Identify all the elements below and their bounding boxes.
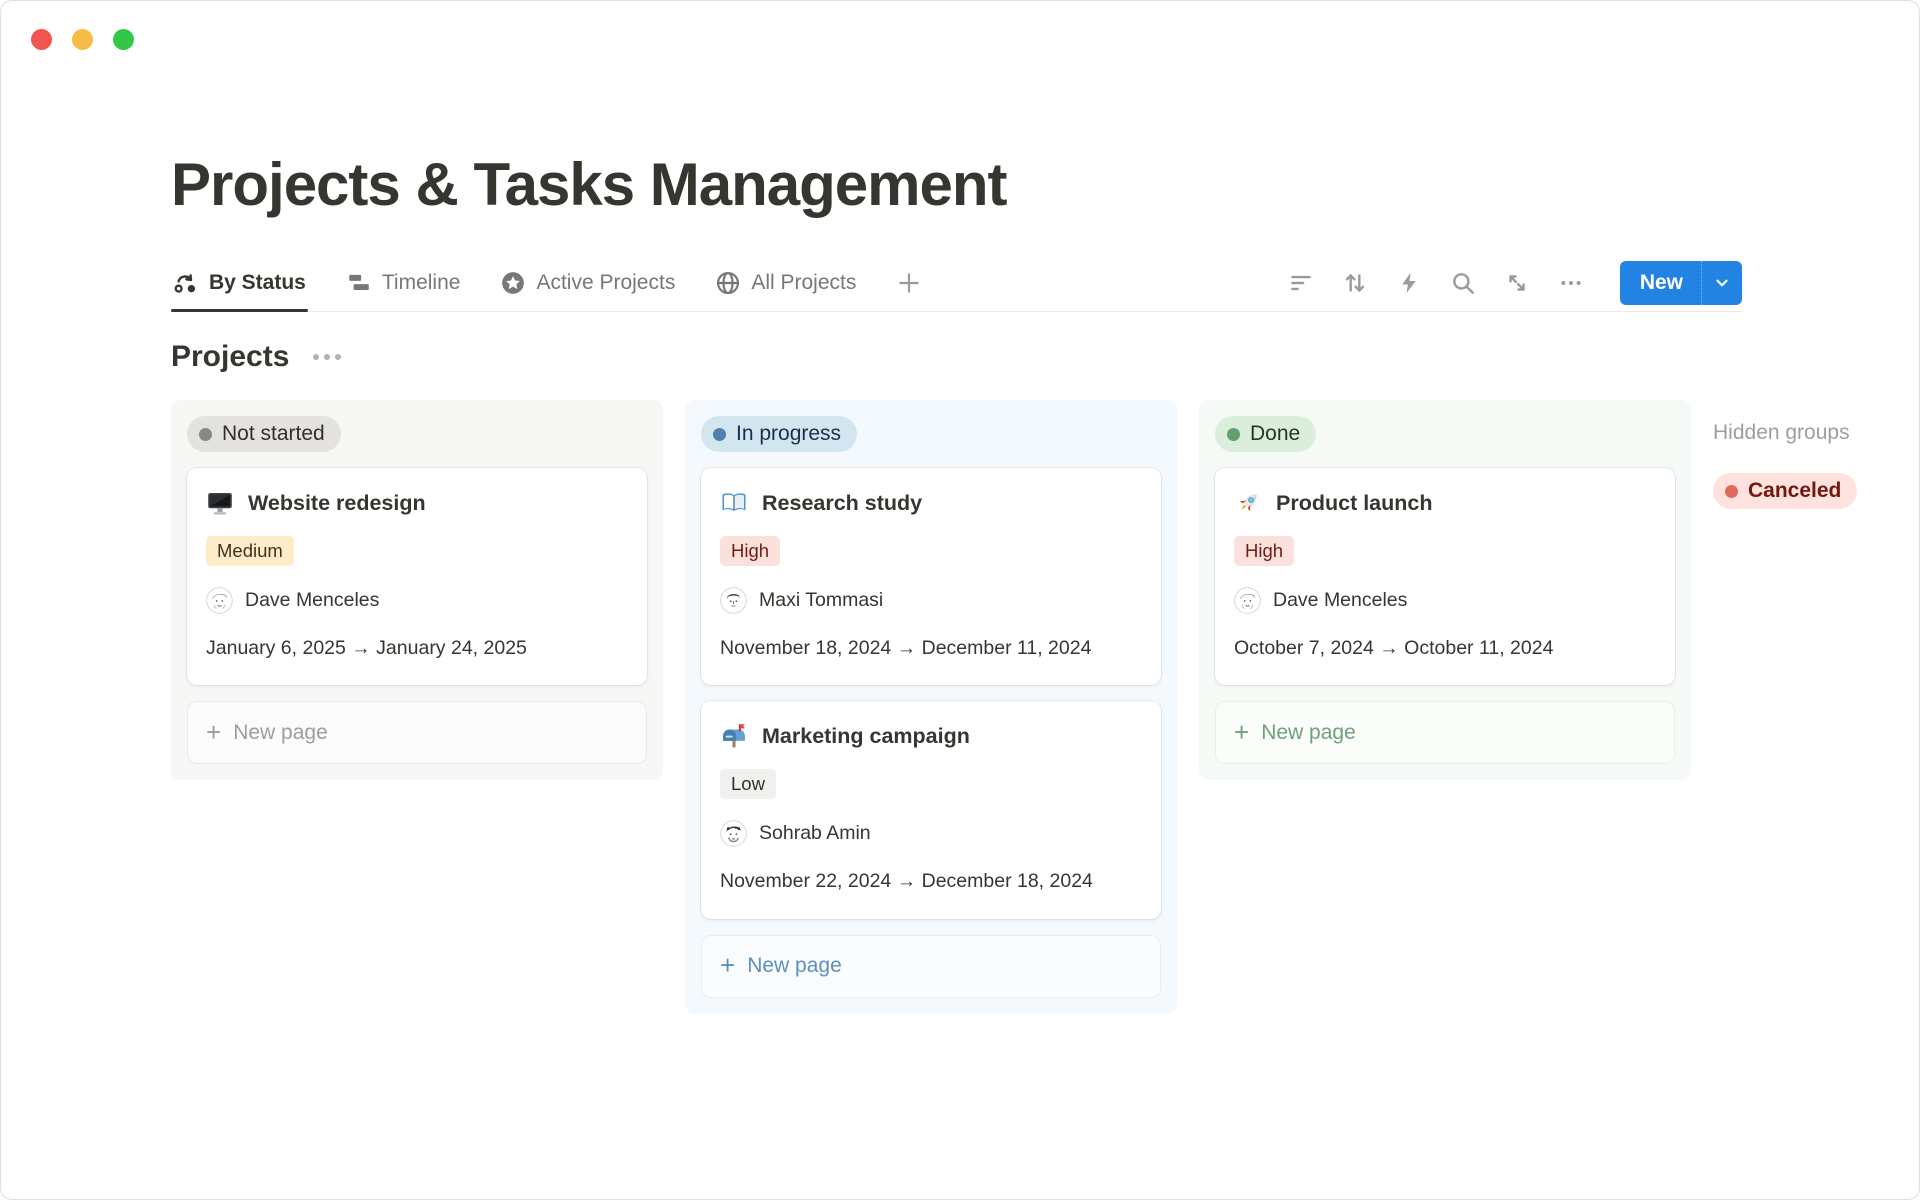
column-done: Done: [1199, 400, 1691, 780]
new-button-group: New: [1620, 261, 1742, 305]
section-title[interactable]: Projects: [171, 340, 289, 374]
section-header: Projects: [171, 340, 1920, 374]
card-marketing-campaign[interactable]: Marketing campaign Low Sohrab Amin: [701, 701, 1161, 918]
sort-icon[interactable]: [1342, 270, 1368, 296]
plus-icon: +: [206, 719, 221, 745]
status-pill-canceled[interactable]: Canceled: [1713, 473, 1857, 509]
open-book-emoji: [720, 489, 748, 517]
status-pill-in-progress[interactable]: In progress: [701, 416, 857, 452]
hidden-groups-label: Hidden groups: [1713, 421, 1899, 445]
tab-label: Active Projects: [536, 271, 675, 295]
plus-icon: +: [1234, 719, 1249, 745]
card-product-launch[interactable]: Product launch High Dave Menceles: [1215, 468, 1675, 685]
new-dropdown-button[interactable]: [1701, 261, 1742, 305]
hidden-groups-rail: Hidden groups Canceled: [1713, 400, 1899, 509]
search-icon[interactable]: [1450, 270, 1476, 296]
priority-badge: High: [1234, 536, 1294, 566]
status-transition-icon: [173, 270, 199, 296]
column-not-started: Not started Website redesign Medium: [171, 400, 663, 780]
new-page-button[interactable]: + New page: [701, 935, 1161, 998]
page-title[interactable]: Projects & Tasks Management: [171, 150, 1920, 219]
dave-avatar: [1234, 587, 1261, 614]
assignee-name: Maxi Tommasi: [759, 589, 883, 612]
assignee-row: Dave Menceles: [1234, 587, 1656, 614]
globe-icon: [715, 270, 741, 296]
assignee-name: Sohrab Amin: [759, 822, 871, 845]
page-content: Projects & Tasks Management By Status Ti…: [171, 150, 1920, 1014]
tab-all-projects[interactable]: All Projects: [713, 255, 858, 311]
ellipsis-icon[interactable]: [1558, 270, 1584, 296]
new-page-label: New page: [747, 954, 842, 978]
tab-label: All Projects: [751, 271, 856, 295]
plus-icon: [896, 270, 922, 296]
view-tabs-bar: By Status Timeline Active Projects: [171, 255, 1742, 312]
status-dot: [1227, 428, 1240, 441]
app-window: Projects & Tasks Management By Status Ti…: [0, 0, 1920, 1200]
sohrab-avatar: [720, 820, 747, 847]
date-range: January 6, 2025 → January 24, 2025: [206, 634, 628, 662]
maxi-avatar: [720, 587, 747, 614]
tab-label: Timeline: [382, 271, 461, 295]
priority-badge: Low: [720, 769, 776, 799]
card-title-text: Website redesign: [248, 491, 426, 516]
assignee-row: Maxi Tommasi: [720, 587, 1142, 614]
tab-active-projects[interactable]: Active Projects: [498, 255, 677, 311]
mailbox-emoji: [720, 722, 748, 750]
assignee-name: Dave Menceles: [245, 589, 379, 612]
card-website-redesign[interactable]: Website redesign Medium Dave Menceles: [187, 468, 647, 685]
status-label: Canceled: [1748, 479, 1841, 503]
date-range: November 22, 2024 → December 18, 2024: [720, 867, 1142, 895]
tab-label: By Status: [209, 271, 306, 295]
window-controls: [31, 29, 134, 50]
tab-timeline[interactable]: Timeline: [344, 255, 463, 311]
star-circle-icon: [500, 270, 526, 296]
date-range: October 7, 2024 → October 11, 2024: [1234, 634, 1656, 662]
priority-badge: High: [720, 536, 780, 566]
status-dot: [199, 428, 212, 441]
status-dot: [713, 428, 726, 441]
new-page-button[interactable]: + New page: [187, 701, 647, 764]
status-pill-done[interactable]: Done: [1215, 416, 1316, 452]
assignee-name: Dave Menceles: [1273, 589, 1407, 612]
tab-by-status[interactable]: By Status: [171, 255, 308, 311]
new-page-button[interactable]: + New page: [1215, 701, 1675, 764]
view-toolbar: New: [1288, 261, 1742, 305]
minimize-button[interactable]: [72, 29, 93, 50]
close-button[interactable]: [31, 29, 52, 50]
card-title-text: Research study: [762, 491, 922, 516]
dave-avatar: [206, 587, 233, 614]
card-title-text: Marketing campaign: [762, 724, 970, 749]
plus-icon: +: [720, 952, 735, 978]
filter-icon[interactable]: [1288, 270, 1314, 296]
kanban-board: Not started Website redesign Medium: [171, 400, 1920, 1014]
status-label: Not started: [222, 422, 325, 446]
status-label: In progress: [736, 422, 841, 446]
assignee-row: Dave Menceles: [206, 587, 628, 614]
new-page-label: New page: [1261, 721, 1356, 745]
expand-icon[interactable]: [1504, 270, 1530, 296]
desktop-computer-emoji: [206, 489, 234, 517]
add-view-button[interactable]: [894, 255, 924, 311]
status-pill-not-started[interactable]: Not started: [187, 416, 341, 452]
rocket-emoji: [1234, 489, 1262, 517]
assignee-row: Sohrab Amin: [720, 820, 1142, 847]
priority-badge: Medium: [206, 536, 294, 566]
new-page-label: New page: [233, 721, 328, 745]
status-dot: [1725, 485, 1738, 498]
timeline-icon: [346, 270, 372, 296]
zoom-button[interactable]: [113, 29, 134, 50]
section-menu-ellipsis-icon[interactable]: [309, 350, 345, 364]
card-title-text: Product launch: [1276, 491, 1432, 516]
status-label: Done: [1250, 422, 1300, 446]
column-in-progress: In progress Research study High: [685, 400, 1177, 1014]
lightning-icon[interactable]: [1396, 270, 1422, 296]
new-button[interactable]: New: [1620, 271, 1701, 295]
date-range: November 18, 2024 → December 11, 2024: [720, 634, 1142, 662]
chevron-down-icon: [1713, 274, 1731, 292]
card-research-study[interactable]: Research study High Maxi Tommasi Novembe…: [701, 468, 1161, 685]
